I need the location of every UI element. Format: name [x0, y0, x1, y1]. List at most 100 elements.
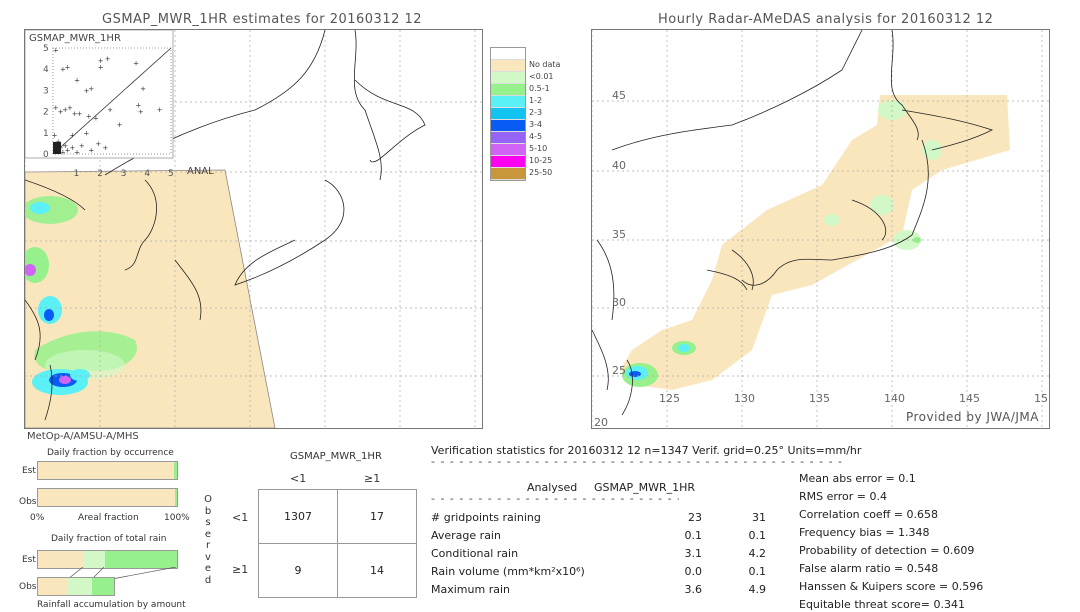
stat-estimate: 4.2: [748, 547, 767, 560]
data-credit: Provided by JWA/JMA: [905, 410, 1039, 424]
scatter-y-tick: 1: [43, 129, 49, 139]
legend-swatch: 2-3: [491, 108, 542, 120]
scatter-point: +: [76, 110, 82, 118]
scatter-point: +: [86, 112, 92, 120]
scatter-x-tick: 1: [74, 169, 80, 179]
occurrence-obs-bar: [37, 488, 178, 507]
scatter-point: +: [65, 64, 71, 72]
scatter-title: GSMAP_MWR_1HR: [29, 33, 121, 44]
scatter-point: +: [84, 129, 90, 137]
side-letter: e: [204, 528, 212, 540]
legend-swatch: [491, 48, 525, 60]
legend-swatch: 10-25: [491, 156, 552, 168]
score-line: Mean abs error = 0.1: [799, 472, 916, 485]
scatter-point: +: [133, 59, 139, 67]
scatter-x-tick: 2: [97, 169, 103, 179]
legend-swatch: 0.5-1: [491, 84, 550, 96]
side-letter: b: [204, 505, 212, 517]
est-label: Est: [22, 466, 36, 476]
scatter-point: +: [105, 55, 111, 63]
right-map: 45 40 35 30 25 20 125 130 135 140 145 15 Provided …: [591, 29, 1050, 429]
score-line: False alarm ratio = 0.548: [799, 562, 939, 575]
lon-label: 125: [659, 392, 680, 405]
lat-label: 45: [612, 89, 626, 102]
legend-swatch: 4-5: [491, 132, 542, 144]
side-letter: d: [204, 574, 212, 586]
table-row: 1307 17: [258, 489, 417, 544]
col-label-lt1: <1: [290, 472, 307, 485]
row-label-ge1: ≥1: [232, 563, 249, 576]
side-letter: e: [204, 563, 212, 574]
legend-label: 3-4: [529, 120, 543, 129]
scatter-point: +: [102, 144, 108, 152]
contingency-table: 1307 17 9 14: [258, 489, 417, 598]
axis-mid-label: Areal fraction: [78, 513, 139, 523]
row-label-lt1: <1: [232, 511, 249, 524]
legend-label: 2-3: [529, 108, 543, 117]
occurrence-title: Daily fraction by occurrence: [47, 448, 174, 458]
score-line: Correlation coeff = 0.658: [799, 508, 938, 521]
stat-estimate: 31: [752, 511, 766, 524]
stat-label: # gridpoints raining: [431, 511, 541, 524]
legend-label: 4-5: [529, 132, 543, 141]
legend-swatch: No data: [491, 60, 560, 72]
score-line: Probability of detection = 0.609: [799, 544, 975, 557]
lon-label: 130: [734, 392, 755, 405]
color-legend: No data <0.01 0.5-1 1-2 2-3 3-4 4-5 5-10 10-25 25…: [490, 47, 560, 181]
observed-side-label: Observed: [203, 494, 213, 586]
bar-segment: [38, 462, 175, 479]
bar-segment: [38, 489, 175, 506]
scatter-point: +: [93, 114, 99, 122]
lon-label: 15: [1034, 392, 1048, 405]
stat-estimate: 4.9: [748, 583, 767, 596]
scatter-y-tick: 3: [43, 86, 49, 96]
axis-right-label: 100%: [164, 513, 190, 523]
side-letter: v: [205, 551, 211, 563]
total-rain-obs-bar: [37, 577, 115, 596]
side-letter: s: [205, 517, 211, 528]
score-line: RMS error = 0.4: [799, 490, 887, 503]
scatter-point: +: [74, 76, 80, 84]
scatter-point: +: [98, 64, 104, 72]
stat-estimate: 0.1: [748, 565, 767, 578]
bar-segment: [174, 489, 177, 506]
bar-segment: [38, 551, 84, 568]
lat-label: 30: [612, 296, 626, 309]
left-map-title: GSMAP_MWR_1HR estimates for 20160312 12: [102, 12, 423, 27]
legend-label: 5-10: [529, 144, 548, 153]
stat-label: Conditional rain: [431, 547, 519, 560]
lat-label: 25: [612, 364, 626, 377]
lat-label: 40: [612, 159, 626, 172]
scatter-point: +: [117, 121, 123, 129]
scatter-x-tick: 5: [168, 169, 174, 179]
scatter-point: +: [138, 108, 144, 116]
legend-label: <0.01: [529, 72, 554, 81]
scatter-point: +: [140, 85, 146, 93]
total-rain-title: Daily fraction of total rain: [51, 534, 167, 544]
obs-label: Obs: [19, 497, 37, 507]
scatter-point: +: [88, 146, 94, 154]
bar-segment: [91, 578, 114, 595]
lat-label: 35: [612, 228, 626, 241]
scatter-xlabel: ANAL: [187, 166, 214, 177]
stat-label: Maximum rain: [431, 583, 510, 596]
table-row: 9 14: [258, 543, 417, 598]
scatter-point: +: [88, 85, 94, 93]
score-line: Frequency bias = 1.348: [799, 526, 930, 539]
stat-analysed: 3.6: [684, 583, 703, 596]
score-line: Hanssen & Kuipers score = 0.596: [799, 580, 984, 593]
bar-segment: [104, 551, 177, 568]
scatter-y-tick: 0: [43, 150, 49, 160]
divider: - - - - - - - - - - - - - - - - - - - - …: [431, 492, 679, 505]
scatter-y-tick: 5: [43, 44, 49, 54]
bar-segment: [174, 462, 177, 479]
legend-swatch: 5-10: [491, 144, 547, 156]
cell-false-alarms: 17: [337, 489, 417, 544]
legend-swatch: 25-50: [491, 168, 552, 180]
bar-segment: [38, 578, 69, 595]
scatter-inset: ++++++++++++++++++++++++++++++++++++++++…: [25, 30, 174, 179]
bar-segment: [83, 551, 105, 568]
lon-label: 135: [809, 392, 830, 405]
side-letter: r: [205, 540, 211, 551]
legend-label: 25-50: [529, 168, 553, 177]
